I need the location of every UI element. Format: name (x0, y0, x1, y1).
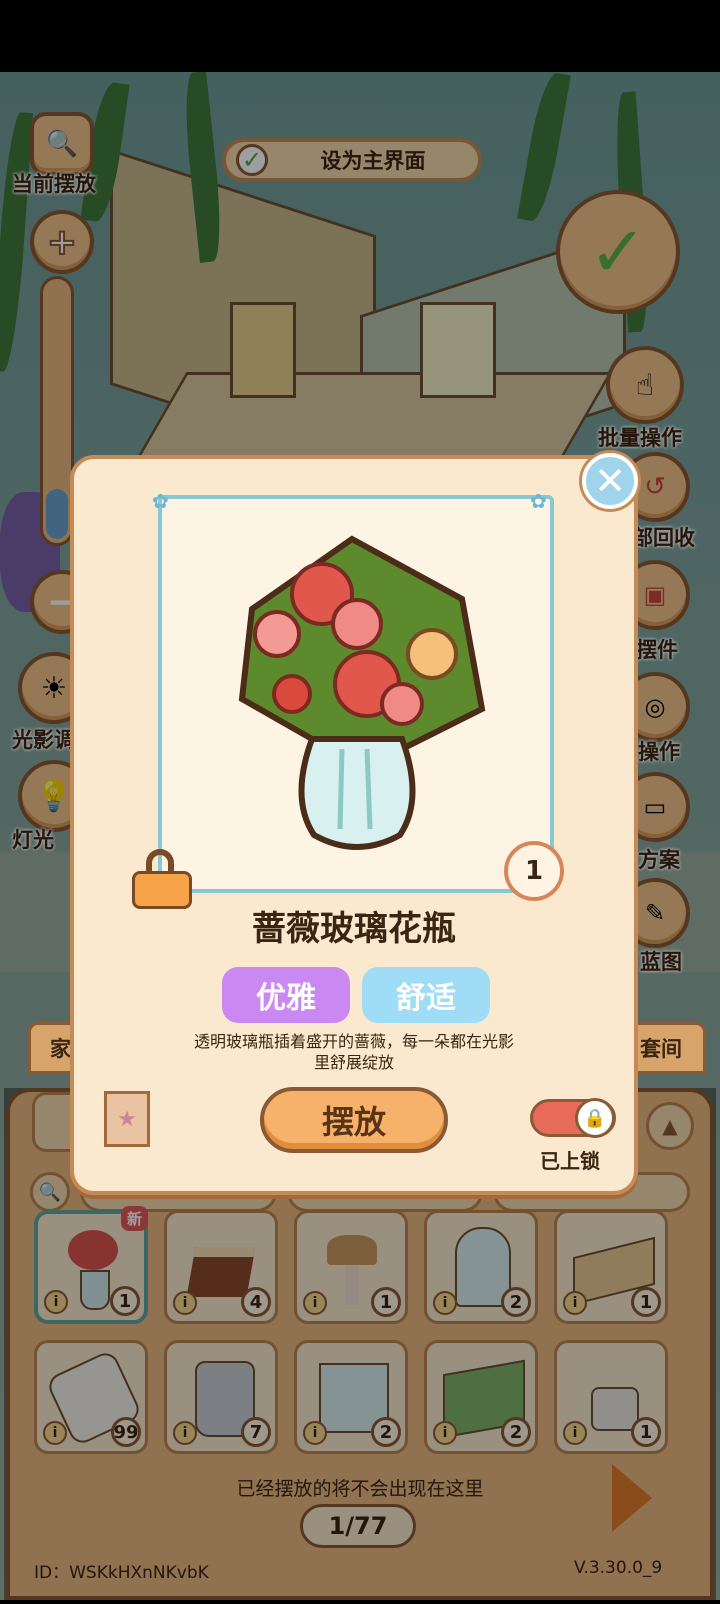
tag-elegant: 优雅 (222, 967, 350, 1023)
lock-toggle[interactable]: 🔒 (530, 1098, 616, 1138)
bow-icon: ✿ (152, 489, 169, 513)
rose-vase-illustration (238, 535, 486, 850)
item-name: 蔷薇玻璃花瓶 (252, 909, 456, 949)
item-description: 透明玻璃瓶插着盛开的蔷薇，每一朵都在光影 里舒展绽放 (74, 1031, 634, 1073)
locked-label: 已上锁 (540, 1149, 600, 1173)
description-line: 里舒展绽放 (313, 1053, 394, 1072)
status-bar (0, 0, 720, 72)
item-image-frame (158, 495, 554, 893)
place-button[interactable]: 摆放 (260, 1087, 448, 1153)
star-icon: ★ (117, 1106, 137, 1132)
close-button[interactable]: ✕ (582, 453, 638, 509)
close-icon: ✕ (594, 459, 626, 503)
tag-comfort: 舒适 (362, 967, 490, 1023)
tag-row: 优雅 舒适 (222, 967, 490, 1023)
bookmark-button[interactable]: ★ (104, 1091, 150, 1147)
description-line: 透明玻璃瓶插着盛开的蔷薇，每一朵都在光影 (193, 1032, 514, 1051)
item-detail-modal: ✿ ✿ ✕ 1 蔷薇玻璃花瓶 优雅 舒适 透明玻璃瓶插着盛开的蔷薇，每一朵都在光… (70, 453, 638, 1195)
lock-small-icon: 🔒 (575, 1098, 615, 1138)
bow-icon: ✿ (530, 489, 547, 513)
item-count: 1 (504, 841, 564, 901)
lock-icon (132, 849, 192, 909)
